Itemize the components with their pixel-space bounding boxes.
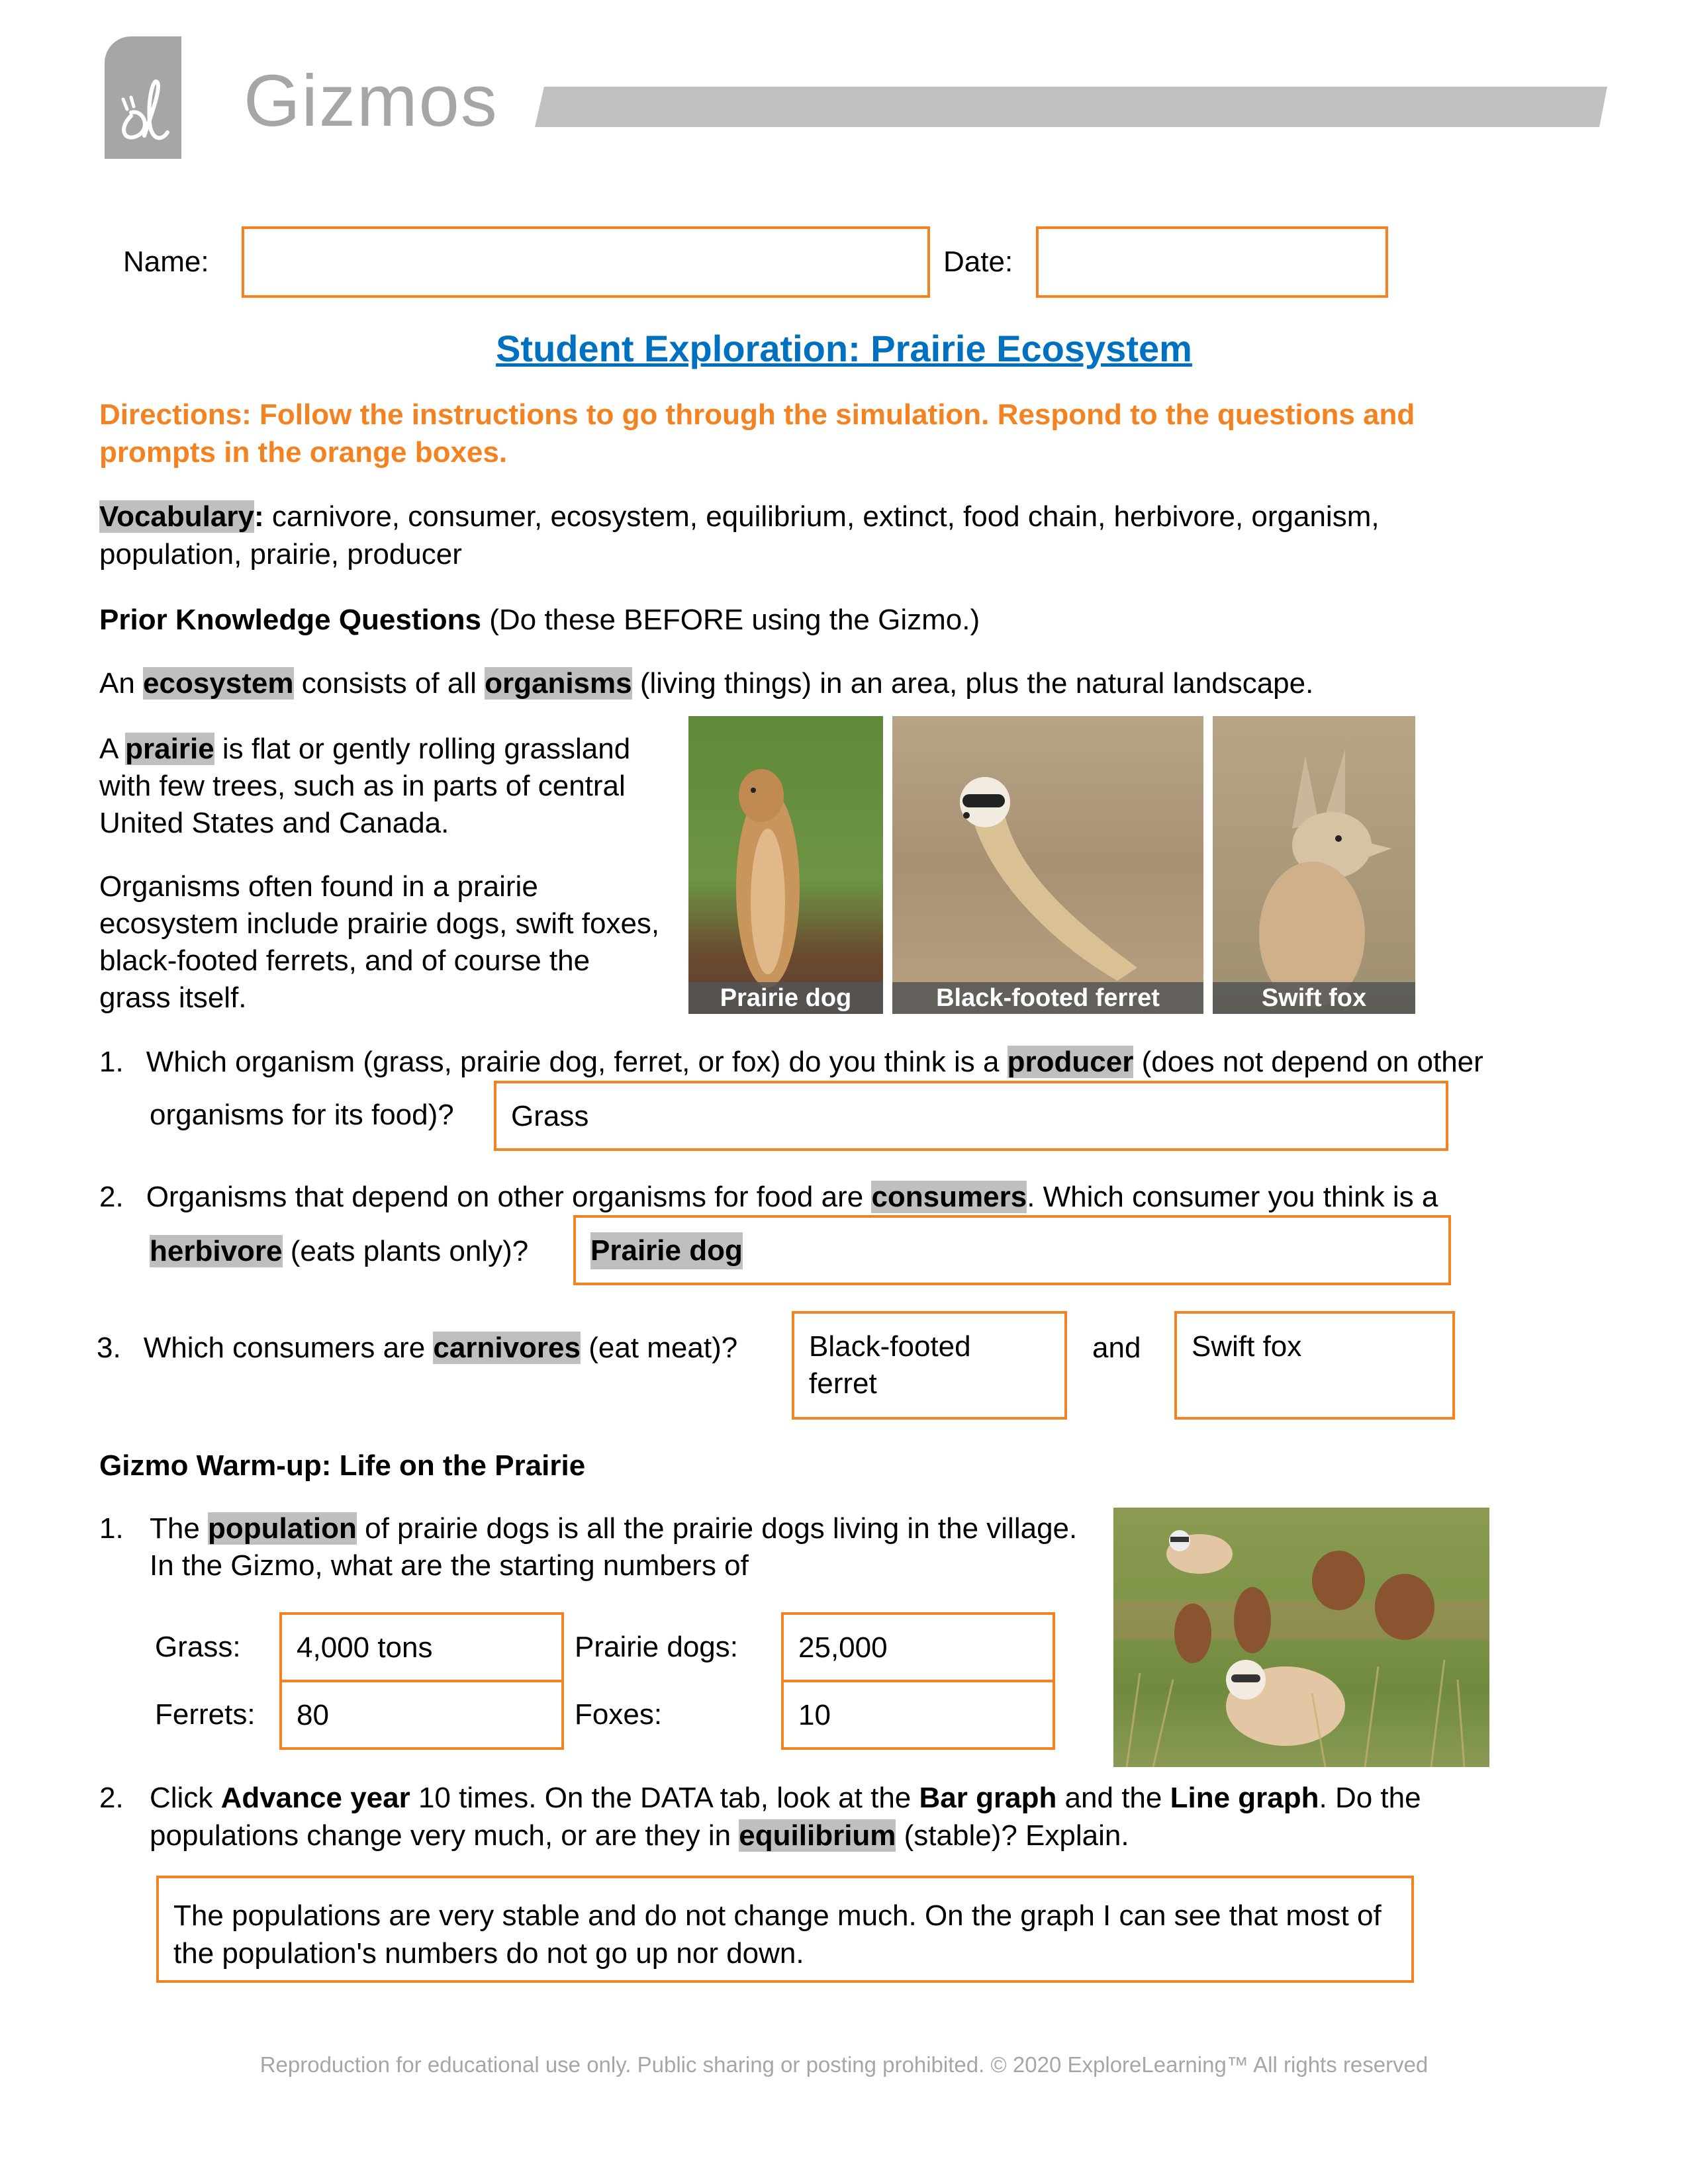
question-3-answer-1-field[interactable]: Black-footed ferret [792,1311,1067,1420]
prairie-dog-illustration [736,769,800,987]
text-fragment: An [99,667,144,700]
swift-fox-photo: Swift fox [1213,716,1415,1014]
prior-knowledge-title: Prior Knowledge Questions [99,604,481,636]
text-fragment: . Which consumer you think is a [1027,1181,1438,1213]
bar-graph-term: Bar graph [919,1782,1057,1814]
grass-value: 4,000 tons [297,1631,433,1664]
prairie-dogs-value: 25,000 [798,1631,888,1664]
question-number: 1. [99,1046,124,1078]
header-bar [535,87,1607,127]
prairie-simulation-image [1113,1508,1489,1767]
question-1-prompt-cont: organisms for its food)? [150,1099,454,1131]
text-fragment: Which consumers are [143,1332,434,1364]
prairie-dogs-field[interactable]: 25,000 [781,1612,1055,1682]
gizmos-logo-badge [105,36,181,159]
term-population: population [208,1512,357,1545]
question-3-answer-2: Swift fox [1192,1330,1302,1363]
prairie-dog-photo: Prairie dog [688,716,883,1014]
vocabulary-colon: : [254,500,264,533]
footer-copyright: Reproduction for educational use only. P… [259,2052,1429,2077]
term-ecosystem: ecosystem [143,667,294,700]
line-graph-term: Line graph [1170,1782,1319,1814]
warmup-question-1-prompt: The population of prairie dogs is all th… [150,1510,1090,1584]
question-number: 1. [99,1512,124,1545]
question-2-prompt: 2. Organisms that depend on other organis… [99,1178,1438,1216]
warmup-question-2-prompt: Click Advance year 10 times. On the DATA… [150,1779,1513,1854]
vocabulary-line: Vocabulary: carnivore, consumer, ecosyst… [99,498,1523,573]
question-number: 2. [99,1782,124,1814]
grass-label: Grass: [155,1631,241,1663]
ferrets-value: 80 [297,1699,329,1731]
term-equilibrium: equilibrium [739,1819,896,1852]
text-fragment: A [99,733,126,765]
question-number: 3. [97,1332,121,1364]
question-1-prompt: 1. Which organism (grass, prairie dog, fe… [99,1043,1483,1081]
organisms-paragraph: Organisms often found in a prairie ecosy… [99,870,660,1014]
question-3-answer-2-field[interactable]: Swift fox [1174,1311,1455,1420]
swift-fox-illustration [1259,749,1391,1007]
photo-caption: Prairie dog [688,982,883,1014]
text-fragment: and the [1056,1782,1170,1814]
advance-year-term: Advance year [220,1782,410,1814]
foxes-value: 10 [798,1699,831,1731]
directions-text: Directions: Follow the instructions to g… [99,398,1415,469]
vocabulary-terms: carnivore, consumer, ecosystem, equilibr… [99,500,1380,570]
page-title: Student Exploration: Prairie Ecosystem [496,328,1192,369]
term-organisms: organisms [485,667,632,700]
vocabulary-label: Vocabulary [99,500,254,533]
ferrets-label: Ferrets: [155,1698,256,1731]
question-1-answer-field[interactable]: Grass [494,1081,1448,1151]
text-fragment: (eats plants only)? [282,1235,529,1267]
term-prairie: prairie [125,733,214,765]
prairie-dogs-label: Prairie dogs: [575,1631,739,1663]
gizmos-logo-text: Gizmos [244,60,498,142]
foxes-field[interactable]: 10 [781,1680,1055,1750]
question-3-prompt: 3. Which consumers are carnivores (eat me… [97,1329,737,1367]
el-logo-icon [121,79,169,140]
text-fragment: 10 times. On the DATA tab, look at the [410,1782,919,1814]
grass-field[interactable]: 4,000 tons [279,1612,564,1682]
date-field[interactable] [1036,226,1388,298]
question-1-answer: Grass [511,1100,589,1132]
text-fragment: Click [150,1782,221,1814]
warmup-question-2-answer-field[interactable]: The populations are very stable and do n… [156,1876,1414,1983]
text-fragment: The [150,1512,209,1545]
photo-caption: Swift fox [1213,982,1415,1014]
text-fragment: (does not depend on other [1133,1046,1483,1078]
text-fragment: (stable)? Explain. [896,1819,1129,1852]
photo-caption: Black-footed ferret [892,982,1203,1014]
black-footed-ferret-photo: Black-footed ferret [892,716,1203,1014]
name-field[interactable] [242,226,930,298]
date-label: Date: [943,246,1013,278]
text-fragment: Organisms that depend on other organisms… [146,1181,872,1213]
term-consumers: consumers [871,1181,1027,1213]
text-fragment: Which organism (grass, prairie dog, ferr… [146,1046,1008,1078]
question-2-answer: Prairie dog [590,1232,743,1269]
term-carnivores: carnivores [433,1332,581,1364]
ferrets-field[interactable]: 80 [279,1680,564,1750]
question-2-prompt-cont: herbivore (eats plants only)? [150,1232,528,1270]
foxes-label: Foxes: [575,1698,663,1731]
question-2-answer-field[interactable]: Prairie dog [573,1215,1451,1285]
question-3-answer-1: Black-footed ferret [809,1330,971,1400]
prairie-definition: A prairie is flat or gently rolling gras… [99,731,669,842]
prairie-scene-illustration [1113,1530,1489,1767]
text-fragment: (eat meat)? [580,1332,738,1364]
prior-knowledge-heading: Prior Knowledge Questions (Do these BEFO… [99,601,980,639]
ecosystem-definition: An ecosystem consists of all organisms (… [99,664,1313,702]
term-producer: producer [1007,1046,1134,1078]
text-fragment: (living things) in an area, plus the nat… [632,667,1314,700]
warmup-question-2-answer: The populations are very stable and do n… [173,1899,1382,1970]
question-number: 2. [99,1181,124,1213]
and-label: and [1092,1332,1141,1364]
ferret-illustration [960,777,1137,981]
term-herbivore: herbivore [150,1235,283,1267]
name-label: Name: [123,246,209,278]
text-fragment: consists of all [293,667,485,700]
warmup-heading: Gizmo Warm-up: Life on the Prairie [99,1449,586,1482]
prior-knowledge-note: (Do these BEFORE using the Gizmo.) [481,604,980,636]
